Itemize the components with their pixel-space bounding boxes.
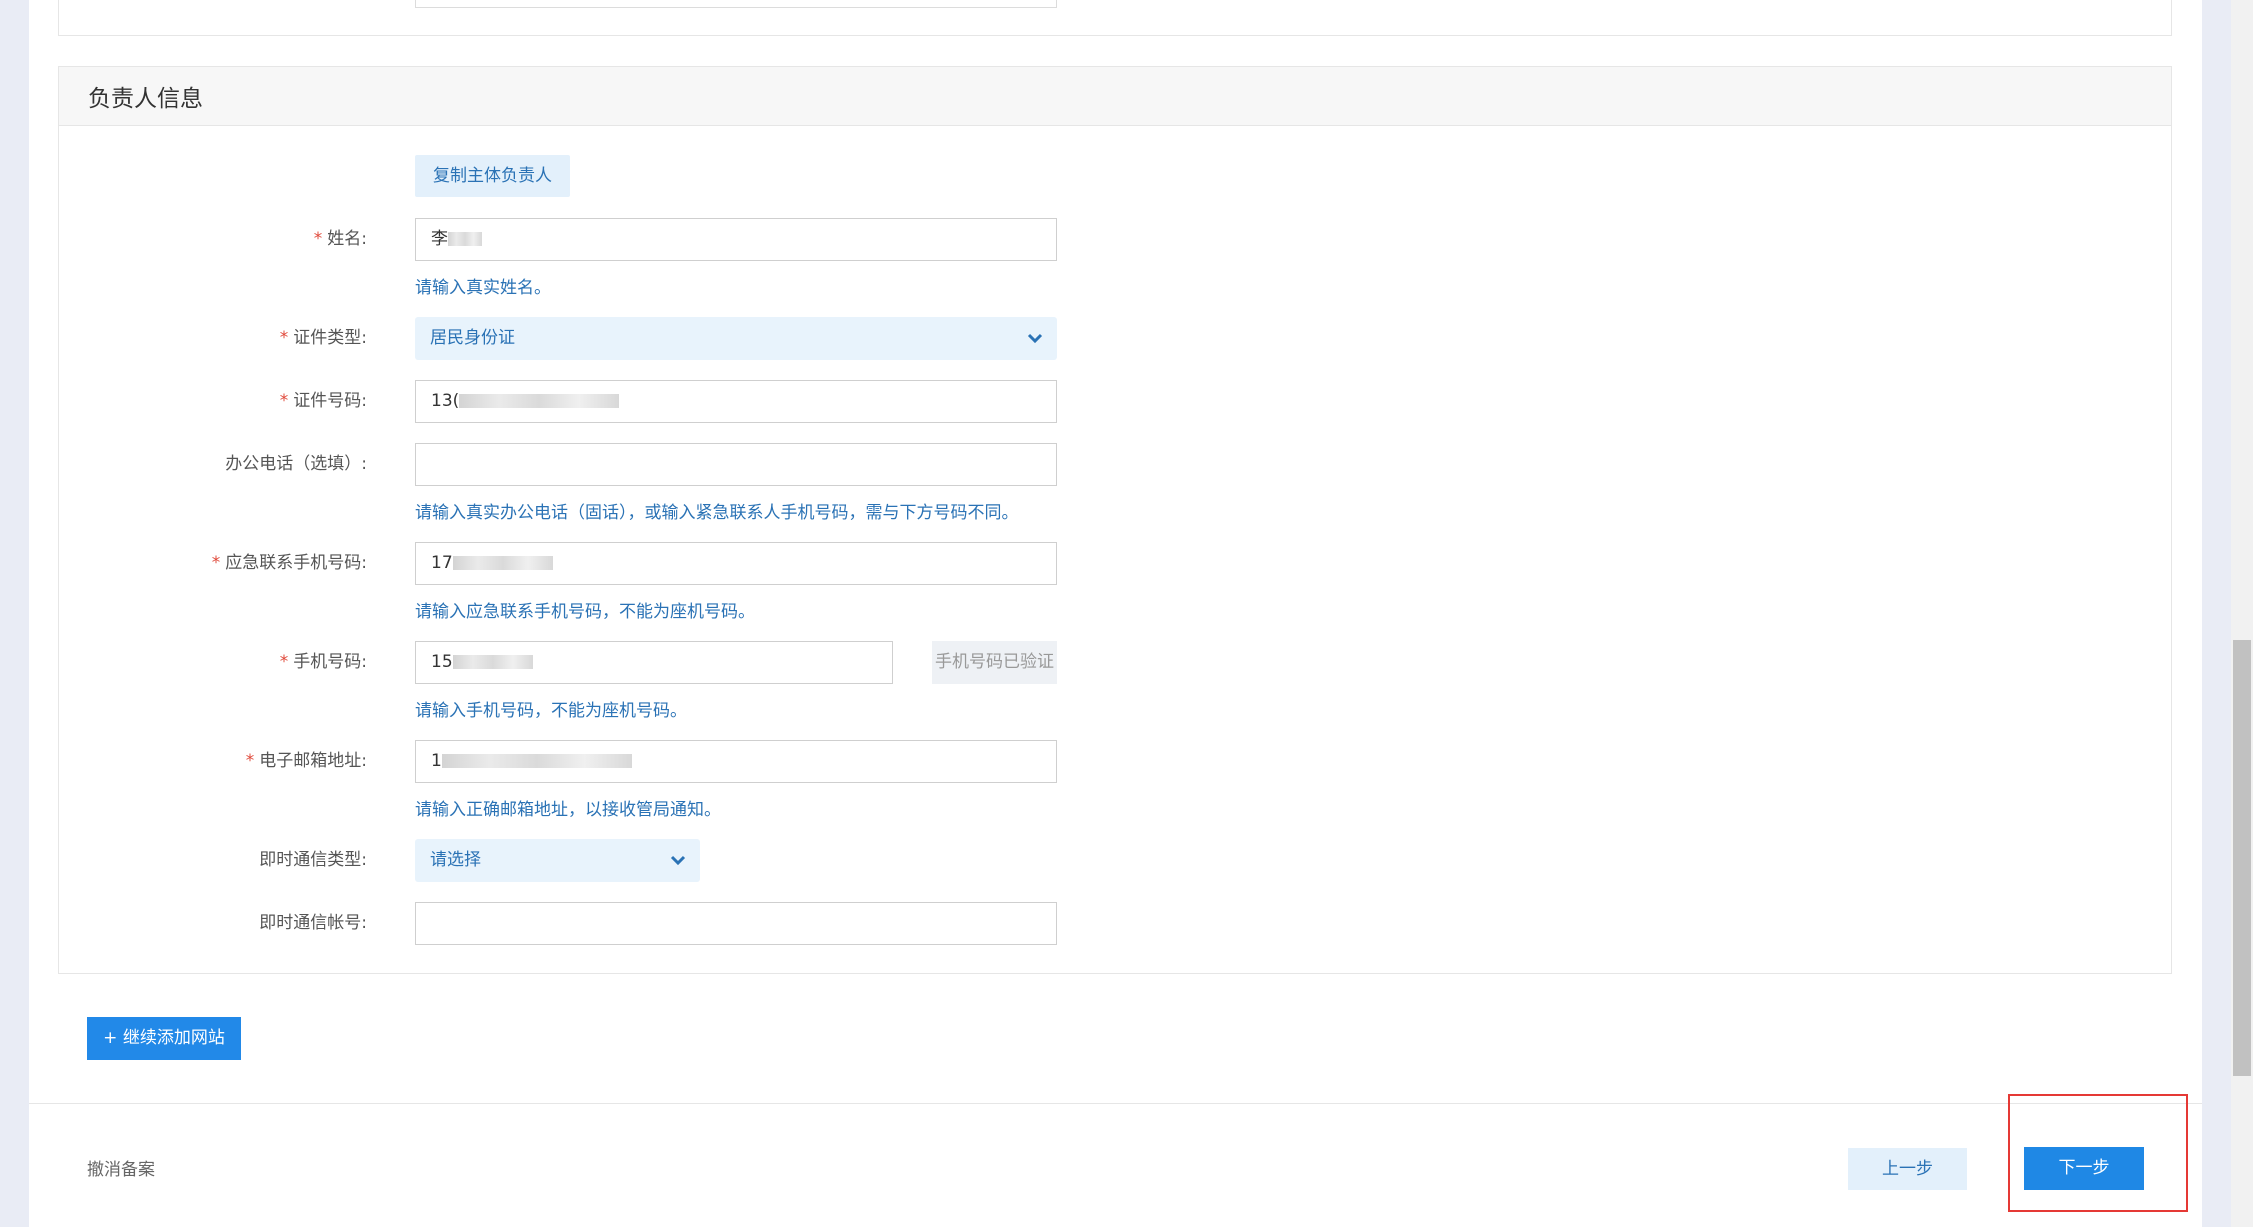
id-type-label: * 证件类型: (279, 328, 367, 348)
id-number-input[interactable]: 13( (415, 380, 1057, 423)
emergency-phone-input[interactable]: 17 (415, 542, 1057, 585)
mobile-label: * 手机号码: (279, 652, 367, 672)
section-title: 负责人信息 (59, 67, 2171, 126)
im-type-select[interactable]: 请选择 (415, 839, 700, 882)
im-account-label: 即时通信帐号: (259, 913, 367, 933)
scrollbar-thumb[interactable] (2233, 640, 2251, 1076)
name-label: * 姓名: (313, 229, 367, 249)
office-phone-hint: 请输入真实办公电话（固话），或输入紧急联系人手机号码，需与下方号码不同。 (415, 503, 1019, 523)
id-number-label: * 证件号码: (279, 391, 367, 411)
emergency-phone-hint: 请输入应急联系手机号码，不能为座机号码。 (415, 602, 755, 622)
previous-section-card (58, 0, 2172, 36)
chevron-down-icon (1027, 333, 1043, 344)
email-label: * 电子邮箱地址: (245, 751, 367, 771)
name-input[interactable]: 李 (415, 218, 1057, 261)
cancel-filing-link[interactable]: 撤消备案 (87, 1155, 155, 1180)
im-account-input[interactable] (415, 902, 1057, 945)
office-phone-input[interactable] (415, 443, 1057, 486)
name-hint: 请输入真实姓名。 (415, 278, 551, 298)
mobile-hint: 请输入手机号码，不能为座机号码。 (415, 701, 687, 721)
previous-section-input[interactable] (415, 0, 1057, 8)
emergency-phone-label: * 应急联系手机号码: (211, 553, 367, 573)
id-type-select[interactable]: 居民身份证 (415, 317, 1057, 360)
next-step-highlight (2008, 1094, 2188, 1212)
email-hint: 请输入正确邮箱地址，以接收管局通知。 (415, 800, 721, 820)
mobile-input[interactable]: 15 (415, 641, 893, 684)
office-phone-label: 办公电话（选填）: (225, 454, 367, 474)
im-type-label: 即时通信类型: (259, 850, 367, 870)
scrollbar[interactable] (2231, 0, 2253, 1227)
footer-divider (29, 1103, 2202, 1104)
copy-owner-button[interactable]: 复制主体负责人 (415, 155, 570, 197)
chevron-down-icon (670, 855, 686, 866)
mobile-verified-button[interactable]: 手机号码已验证 (932, 641, 1057, 684)
add-website-button[interactable]: + 继续添加网站 (87, 1017, 241, 1060)
email-input[interactable]: 1 (415, 740, 1057, 783)
previous-step-button[interactable]: 上一步 (1848, 1148, 1967, 1190)
owner-info-card: 负责人信息 复制主体负责人 * 姓名: 李 请输入真实姓名。 * 证件类型: 居民身… (58, 66, 2172, 974)
